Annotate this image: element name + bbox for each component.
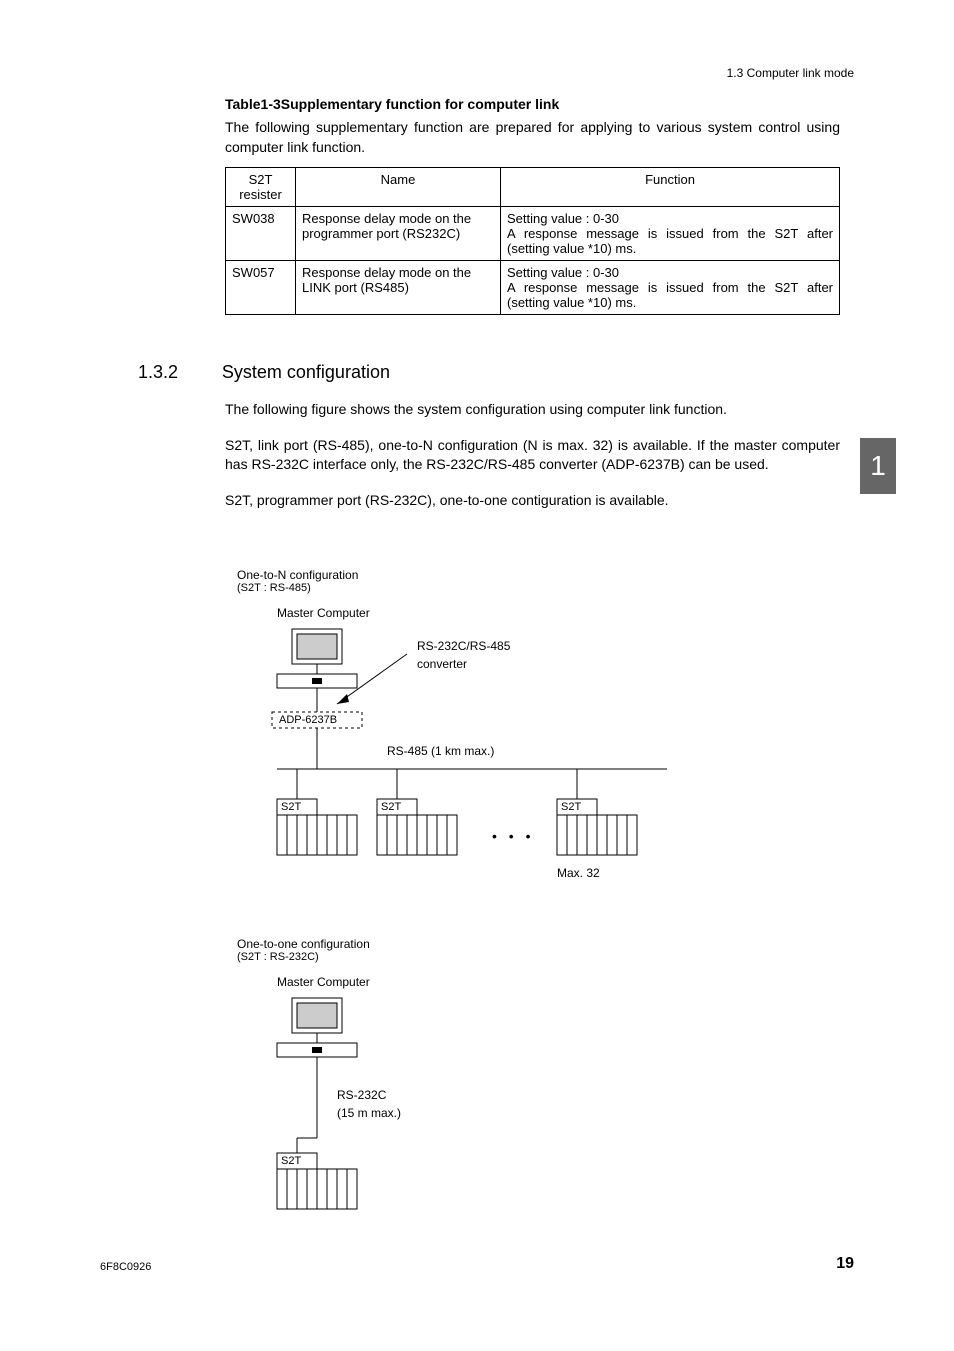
s2t-label-d2: S2T <box>281 1155 301 1167</box>
s2t-label-2: S2T <box>381 801 401 813</box>
table-header-function: Function <box>501 168 840 207</box>
table-header-name: Name <box>296 168 501 207</box>
cell-resister: SW057 <box>226 261 296 315</box>
para-3: S2T, programmer port (RS-232C), one-to-o… <box>225 491 840 511</box>
header-breadcrumb: 1.3 Computer link mode <box>727 66 854 80</box>
cable-label-l1: RS-232C <box>337 1088 386 1102</box>
cell-resister: SW038 <box>226 207 296 261</box>
main-content: Table1-3Supplementary function for compu… <box>225 96 840 315</box>
supplementary-table: S2T resister Name Function SW038 Respons… <box>225 167 840 315</box>
max-label: Max. 32 <box>557 866 600 880</box>
s2t-label-1: S2T <box>281 801 301 813</box>
cell-name: Response delay mode on the LINK port (RS… <box>296 261 501 315</box>
diagram2-title: One-to-one configuration <box>237 937 837 951</box>
diagram2-master-label: Master Computer <box>277 975 837 989</box>
footer-page-number: 19 <box>836 1255 854 1273</box>
diagram1-master-label: Master Computer <box>277 606 837 620</box>
cable-label-l2: (15 m max.) <box>337 1106 401 1120</box>
table-row: SW057 Response delay mode on the LINK po… <box>226 261 840 315</box>
table-title: Table1-3Supplementary function for compu… <box>225 96 840 112</box>
cell-function: Setting value : 0-30 A response message … <box>501 207 840 261</box>
diagram1-sub: (S2T : RS-485) <box>237 582 837 594</box>
converter-label-l1: RS-232C/RS-485 <box>417 639 510 653</box>
table-header-resister: S2T resister <box>226 168 296 207</box>
chapter-tab: 1 <box>860 438 896 494</box>
para-1: The following figure shows the system co… <box>225 400 840 420</box>
diagram2-svg <box>237 993 537 1213</box>
cell-function: Setting value : 0-30 A response message … <box>501 261 840 315</box>
footer-doc-id: 6F8C0926 <box>100 1261 151 1273</box>
diagram2-sub: (S2T : RS-232C) <box>237 951 837 963</box>
diagram2-figure: RS-232C (15 m max.) S2T <box>237 993 837 1216</box>
table-row: SW038 Response delay mode on the program… <box>226 207 840 261</box>
section-body: The following figure shows the system co… <box>225 400 840 526</box>
cell-name: Response delay mode on the programmer po… <box>296 207 501 261</box>
para-2: S2T, link port (RS-485), one-to-N config… <box>225 436 840 475</box>
converter-label-l2: converter <box>417 657 467 671</box>
diagram1-title: One-to-N configuration <box>237 568 837 582</box>
section-number: 1.3.2 <box>138 362 218 383</box>
table-intro: The following supplementary function are… <box>225 118 840 157</box>
s2t-label-3: S2T <box>561 801 581 813</box>
diagrams: One-to-N configuration (S2T : RS-485) Ma… <box>237 568 837 1216</box>
section-title: System configuration <box>222 362 390 383</box>
diagram1-figure: RS-232C/RS-485 converter ADP-6237B RS-48… <box>237 624 837 897</box>
section-heading: 1.3.2 System configuration <box>138 362 838 383</box>
diagram2-block: One-to-one configuration (S2T : RS-232C)… <box>237 937 837 1216</box>
diagram1-svg <box>237 624 737 894</box>
adp-label: ADP-6237B <box>279 714 337 726</box>
bus-label: RS-485 (1 km max.) <box>387 744 494 758</box>
ellipsis-icon: • • • <box>492 828 534 844</box>
